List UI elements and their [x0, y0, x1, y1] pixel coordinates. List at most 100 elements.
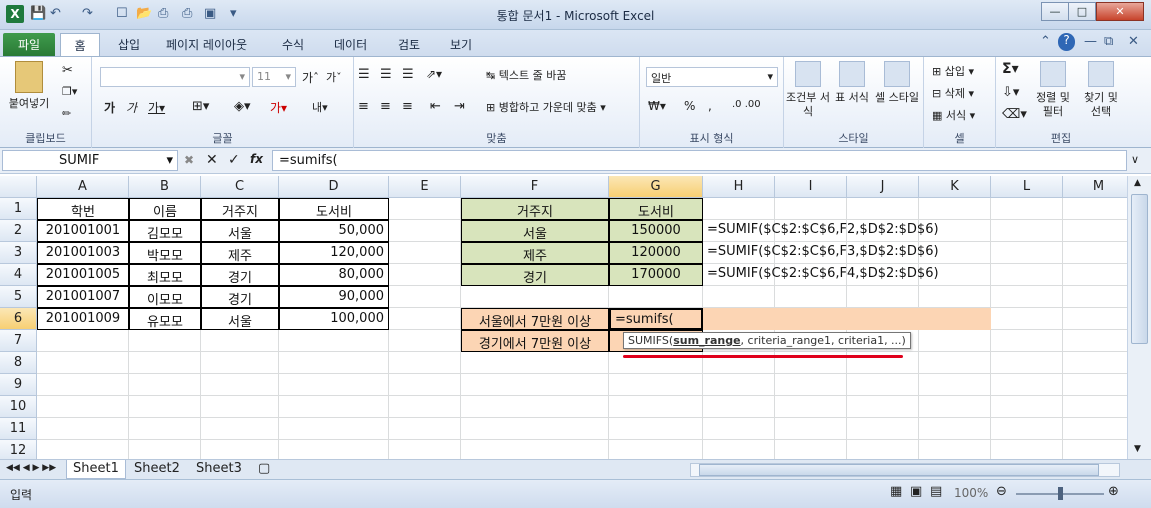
name-box[interactable]: SUMIF ▾	[2, 150, 178, 171]
align-middle-icon[interactable]: ☰	[380, 67, 392, 82]
ribbon-collapse-icon[interactable]: ⌃	[1040, 34, 1051, 52]
table1-cell[interactable]: 80,000	[279, 264, 389, 286]
row-header-9[interactable]: 9	[0, 374, 37, 396]
increase-decimal-icon[interactable]: .0 .00	[732, 99, 761, 110]
table1-cell[interactable]: 201001003	[37, 242, 129, 264]
doc-close-icon[interactable]: ✕	[1128, 34, 1139, 52]
label-gyeonggi-70k[interactable]: 경기에서 7만원 이상	[461, 330, 609, 352]
comma-icon[interactable]: ,	[708, 99, 712, 113]
increase-indent-icon[interactable]: ⇥	[454, 99, 465, 114]
zoom-out-icon[interactable]: ⊖	[996, 484, 1007, 499]
column-header-f[interactable]: F	[461, 176, 609, 198]
table1-cell[interactable]: 박모모	[129, 242, 201, 264]
table1-cell[interactable]: 201001007	[37, 286, 129, 308]
table1-cell[interactable]: 유모모	[129, 308, 201, 330]
row-header-2[interactable]: 2	[0, 220, 37, 242]
page-break-view-icon[interactable]: ▤	[930, 484, 942, 499]
row-header-12[interactable]: 12	[0, 440, 37, 459]
column-header-j[interactable]: J	[847, 176, 919, 198]
tooltip-function-name[interactable]: SUMIFS(	[628, 334, 673, 347]
tab-review[interactable]: 검토	[388, 33, 430, 56]
help-icon[interactable]: ?	[1058, 33, 1075, 51]
formula-text-cell[interactable]: =SUMIF($C$2:$C$6,F4,$D$2:$D$6)	[703, 264, 1003, 286]
delete-cells-button[interactable]: ⊟ 삭제 ▾	[932, 85, 974, 101]
fill-icon[interactable]: ⇩▾	[1002, 85, 1019, 100]
close-button[interactable]: ✕	[1096, 2, 1144, 21]
sort-filter-button[interactable]: 정렬 및 필터	[1030, 61, 1076, 119]
font-name-combo[interactable]: ▾	[100, 67, 250, 87]
row-header-8[interactable]: 8	[0, 352, 37, 374]
table2-cell[interactable]: 제주	[461, 242, 609, 264]
wrap-text-button[interactable]: ↹ 텍스트 줄 바꿈	[486, 67, 566, 83]
grow-font-icon[interactable]: 가ˆ	[302, 69, 319, 86]
select-all-corner[interactable]	[0, 176, 37, 198]
align-center-icon[interactable]: ≡	[380, 99, 391, 114]
align-bottom-icon[interactable]: ☰	[402, 67, 414, 82]
column-header-a[interactable]: A	[37, 176, 129, 198]
sheet-tab-2[interactable]: Sheet2	[128, 460, 186, 479]
active-cell-g6[interactable]: =sumifs(	[609, 308, 703, 330]
percent-icon[interactable]: %	[684, 99, 695, 113]
column-header-b[interactable]: B	[129, 176, 201, 198]
cut-icon[interactable]: ✂	[62, 63, 73, 78]
cell-style-button[interactable]: 셀 스타일	[874, 61, 920, 105]
doc-restore-icon[interactable]: ⧉	[1104, 34, 1113, 52]
horizontal-scroll-thumb[interactable]	[699, 464, 1099, 476]
tab-data[interactable]: 데이터	[324, 33, 377, 56]
tab-insert[interactable]: 삽입	[108, 33, 150, 56]
table1-cell[interactable]: 201001005	[37, 264, 129, 286]
underline-icon[interactable]: 가▾	[148, 99, 165, 116]
insert-function-icon[interactable]: fx	[250, 152, 263, 166]
formula-text-cell[interactable]: =SUMIF($C$2:$C$6,F2,$D$2:$D$6)	[703, 220, 1003, 242]
horizontal-scrollbar[interactable]	[690, 463, 1120, 477]
table1-cell[interactable]: 90,000	[279, 286, 389, 308]
column-header-k[interactable]: K	[919, 176, 991, 198]
page-layout-view-icon[interactable]: ▣	[910, 484, 922, 499]
table1-cell[interactable]: 서울	[201, 220, 279, 242]
row-header-1[interactable]: 1	[0, 198, 37, 220]
table1-cell[interactable]: 경기	[201, 286, 279, 308]
column-header-m[interactable]: M	[1063, 176, 1127, 198]
worksheet-grid[interactable]: A B C D E F G H I J K L M 1 2 3 4 5 6 7 8 9 10 11 12 학번 이름 거주지 도서비 20…	[0, 176, 1127, 459]
tab-formulas[interactable]: 수식	[272, 33, 314, 56]
vertical-scroll-thumb[interactable]	[1131, 194, 1148, 344]
function-tooltip[interactable]: SUMIFS(sum_range, criteria_range1, crite…	[623, 332, 911, 349]
row-header-11[interactable]: 11	[0, 418, 37, 440]
column-header-c[interactable]: C	[201, 176, 279, 198]
table1-cell[interactable]: 제주	[201, 242, 279, 264]
font-size-combo[interactable]: 11 ▾	[252, 67, 296, 87]
bold-icon[interactable]: 가	[104, 99, 115, 116]
table2-cell[interactable]: 170000	[609, 264, 703, 286]
maximize-button[interactable]: □	[1068, 2, 1096, 21]
copy-icon[interactable]: ❐▾	[62, 85, 77, 98]
row-header-4[interactable]: 4	[0, 264, 37, 286]
number-format-combo[interactable]: 일반 ▾	[646, 67, 778, 87]
format-painter-icon[interactable]: ✏	[62, 107, 71, 120]
zoom-in-icon[interactable]: ⊕	[1108, 484, 1119, 499]
table1-cell[interactable]: 100,000	[279, 308, 389, 330]
row-header-10[interactable]: 10	[0, 396, 37, 418]
accounting-icon[interactable]: ₩▾	[648, 99, 666, 113]
row-header-6[interactable]: 6	[0, 308, 37, 330]
row-header-3[interactable]: 3	[0, 242, 37, 264]
table1-cell[interactable]: 경기	[201, 264, 279, 286]
table1-cell[interactable]: 김모모	[129, 220, 201, 242]
first-sheet-icon[interactable]: ◀◀ ◀ ▶ ▶▶	[6, 463, 56, 473]
expand-formula-icon[interactable]: ∨	[1131, 153, 1139, 166]
row-header-5[interactable]: 5	[0, 286, 37, 308]
table2-cell[interactable]: 경기	[461, 264, 609, 286]
sheet-tab-3[interactable]: Sheet3	[190, 460, 248, 479]
phonetic-icon[interactable]: 내▾	[312, 99, 328, 115]
italic-icon[interactable]: 가	[126, 99, 137, 116]
table1-header[interactable]: 도서비	[279, 198, 389, 220]
vertical-scrollbar[interactable]: ▲ ▼	[1127, 176, 1151, 459]
table1-header[interactable]: 거주지	[201, 198, 279, 220]
column-header-g[interactable]: G	[609, 176, 703, 198]
find-select-button[interactable]: 찾기 및 선택	[1078, 61, 1124, 119]
table1-header[interactable]: 학번	[37, 198, 129, 220]
column-header-l[interactable]: L	[991, 176, 1063, 198]
autosum-icon[interactable]: Σ▾	[1002, 61, 1019, 77]
align-right-icon[interactable]: ≡	[402, 99, 413, 114]
tab-page-layout[interactable]: 페이지 레이아웃	[156, 33, 257, 56]
tab-home[interactable]: 홈	[60, 33, 100, 56]
